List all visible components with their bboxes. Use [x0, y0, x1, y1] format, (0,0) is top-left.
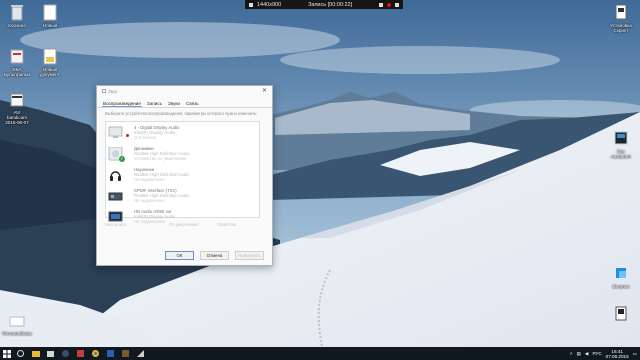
desktop-icon-label: Новый: [42, 23, 58, 28]
recording-resolution: 1440x900: [257, 1, 282, 8]
image-icon: [613, 130, 629, 147]
video-file-icon: [9, 91, 25, 108]
desktop-icon-label: Фотоальбомы: [2, 331, 32, 336]
document-icon: [42, 48, 58, 65]
ok-button[interactable]: ОК: [165, 251, 194, 260]
media-icon[interactable]: [133, 347, 148, 360]
folder-icon: [9, 312, 25, 329]
dialog-footer: ОК Отмена Применить: [165, 251, 264, 260]
sound-dialog: Звук ✕ Воспроизведение Запись Звуки Связ…: [96, 85, 273, 266]
desktop-icon-video[interactable]: AVI bandicam 2015-06-07: [0, 91, 34, 126]
stop-icon[interactable]: [395, 2, 399, 7]
desktop-icon-file-2[interactable]: [604, 305, 638, 324]
desktop-icon-label: ЕВА мультфильм: [3, 67, 31, 78]
tab-communications[interactable]: Связь: [185, 100, 200, 107]
speaker-icon: ✓: [108, 146, 125, 162]
default-check-icon: ✓: [119, 155, 125, 162]
device-item[interactable]: SPDIF Interface (TX1) Realtek High Defin…: [106, 185, 259, 206]
file-icon: [9, 48, 25, 65]
camera-icon[interactable]: [379, 2, 383, 7]
disabled-icon: [126, 133, 129, 137]
speaker-small-icon: [102, 89, 106, 93]
notifications-icon[interactable]: ▭: [633, 351, 637, 357]
device-status: Отключено: [134, 135, 157, 140]
volume-icon[interactable]: ◀: [585, 351, 589, 357]
clock-date: 07.06.2015: [605, 353, 629, 359]
device-list: 4 - Digital Display Audio Intel(R) Displ…: [105, 121, 260, 224]
record-icon[interactable]: [387, 2, 391, 7]
desktop-icon-folder[interactable]: Фотоальбомы: [0, 312, 34, 336]
bandicam-icon[interactable]: [73, 347, 88, 360]
desktop-icon-recycle-bin[interactable]: Корзина: [0, 4, 34, 28]
device-actions: Настроить По умолчанию Свойства: [105, 222, 265, 227]
monitor-icon: [108, 126, 129, 140]
tray-up-icon[interactable]: ˄: [570, 351, 573, 356]
dialog-description: Выберите устройство воспроизведения, пар…: [105, 111, 258, 116]
desktop-icon-file[interactable]: ЕВА мультфильм: [0, 48, 34, 77]
configure-button[interactable]: Настроить: [105, 222, 169, 227]
desktop-icon-image[interactable]: Без названия: [604, 130, 638, 159]
desktop-icon-app[interactable]: Бегунок: [604, 265, 638, 289]
device-status: Устройство по умолчанию: [134, 156, 186, 161]
text-document-icon: [42, 4, 58, 21]
set-default-button[interactable]: По умолчанию: [169, 222, 217, 227]
device-status: Не подключено: [134, 177, 165, 182]
dialog-titlebar[interactable]: Звук: [97, 86, 272, 96]
word-icon[interactable]: [103, 347, 118, 360]
recycle-bin-icon: [9, 4, 25, 21]
script-icon: [613, 4, 629, 21]
dialog-title: Звук: [108, 88, 118, 94]
desktop-icon-label: AVI bandicam 2015-06-07: [5, 110, 29, 126]
desktop-icon-label: Установка Скрипт: [610, 23, 632, 34]
desktop-icon-label: Без названия: [611, 149, 631, 160]
language-indicator[interactable]: РУС: [592, 351, 601, 356]
chrome-icon[interactable]: [88, 347, 103, 360]
properties-button[interactable]: Свойства: [217, 222, 236, 227]
desktop-icon-script[interactable]: Установка Скрипт: [604, 4, 638, 33]
spdif-icon: [108, 189, 123, 203]
steam-icon[interactable]: [58, 347, 73, 360]
headphones-icon: [108, 168, 123, 182]
window-icon: [249, 2, 253, 7]
desktop-icon-new-text[interactable]: Новый: [33, 4, 67, 28]
recording-toolbar[interactable]: 1440x900 Запись [00:00:22]: [245, 0, 403, 9]
device-item[interactable]: ✓ Динамики Realtek High Definition Audio…: [106, 143, 259, 164]
close-icon[interactable]: ✕: [262, 87, 267, 94]
device-status: Не подключено: [134, 198, 165, 203]
system-tray: ˄ ▤ ◀ РУС 16:41 07.06.2015 ▭: [570, 349, 640, 359]
clock[interactable]: 16:41 07.06.2015: [606, 349, 629, 359]
file-icon: [613, 305, 629, 322]
windows-logo-icon: [2, 349, 11, 358]
app-icon: [613, 265, 629, 282]
tab-playback[interactable]: Воспроизведение: [102, 100, 142, 107]
desktop-icon-document[interactable]: Новый документ: [33, 48, 67, 77]
desktop-icon-label: Корзина: [8, 23, 26, 28]
apply-button[interactable]: Применить: [235, 251, 264, 260]
edge-icon[interactable]: [13, 347, 28, 360]
desktop-icon-label: Новый документ: [40, 67, 60, 78]
game-icon[interactable]: [118, 347, 133, 360]
network-icon[interactable]: ▤: [577, 351, 581, 357]
taskbar: ˄ ▤ ◀ РУС 16:41 07.06.2015 ▭: [0, 347, 640, 360]
device-item[interactable]: 4 - Digital Display Audio Intel(R) Displ…: [106, 122, 259, 143]
device-item[interactable]: Наушники Realtek High Definition Audio Н…: [106, 164, 259, 185]
tab-sounds[interactable]: Звуки: [167, 100, 181, 107]
explorer-icon[interactable]: [28, 347, 43, 360]
store-icon[interactable]: [43, 347, 58, 360]
start-button[interactable]: [0, 347, 13, 360]
tab-recording[interactable]: Запись: [146, 100, 163, 107]
desktop-icon-label: Бегунок: [612, 284, 630, 289]
recording-status: Запись [00:00:22]: [308, 1, 353, 8]
cancel-button[interactable]: Отмена: [200, 251, 229, 260]
dialog-tabs: Воспроизведение Запись Звуки Связь: [97, 96, 272, 108]
